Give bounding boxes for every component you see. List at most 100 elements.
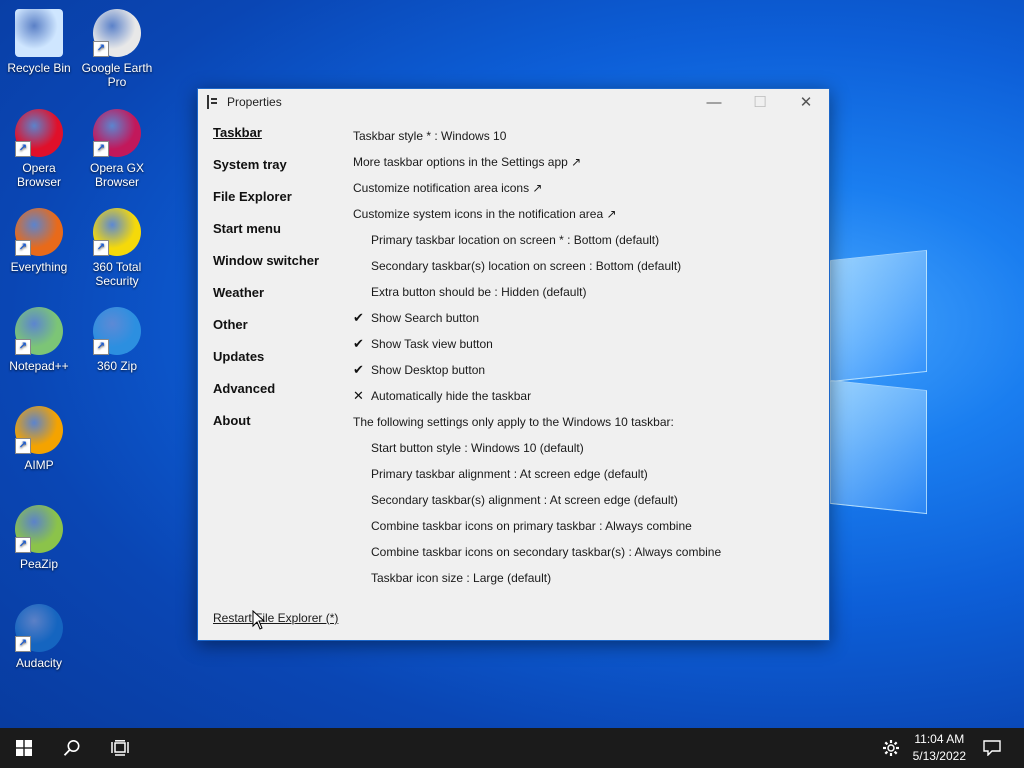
setting-label: Secondary taskbar(s) alignment : At scre… (371, 493, 678, 507)
shortcut-arrow-icon: ↗ (15, 537, 31, 553)
checkmark-icon: ✔ (353, 336, 364, 351)
setting-label: Show Desktop button (371, 363, 486, 377)
setting-row[interactable]: ✕ Automatically hide the taskbar (353, 383, 823, 409)
sidebar-item-file-explorer[interactable]: File Explorer (213, 189, 343, 221)
notepad-plus-plus-icon: ↗ (15, 307, 63, 355)
checkmark-icon: ✔ (353, 362, 364, 377)
shortcut-arrow-icon: ↗ (15, 636, 31, 652)
desktop-icon-audacity[interactable]: ↗ Audacity (0, 604, 78, 670)
properties-window[interactable]: Properties — ☐ ✕ Taskbar System tray File … (197, 88, 830, 641)
setting-label: The following settings only apply to the… (353, 415, 674, 429)
setting-label: Customize notification area icons ↗ (353, 181, 543, 195)
setting-label: Combine taskbar icons on secondary taskb… (371, 545, 722, 559)
app-icon (207, 95, 221, 109)
setting-label: Taskbar style * : Windows 10 (353, 129, 507, 143)
setting-row[interactable]: ✔ Show Task view button (353, 331, 823, 357)
shortcut-arrow-icon: ↗ (93, 339, 109, 355)
taskbar: 11:04 AM 5/13/2022 (0, 728, 1024, 768)
setting-row[interactable]: Combine taskbar icons on secondary taskb… (353, 539, 823, 565)
shortcut-arrow-icon: ↗ (93, 240, 109, 256)
close-button[interactable]: ✕ (783, 89, 829, 115)
setting-row[interactable]: ✔ Show Desktop button (353, 357, 823, 383)
sidebar-nav: Taskbar System tray File Explorer Start men… (213, 125, 343, 445)
desktop-icon-360-total-security[interactable]: ↗ 360 Total Security (78, 208, 156, 288)
setting-row[interactable]: Primary taskbar location on screen * : B… (353, 227, 823, 253)
clock-time: 11:04 AM (914, 732, 965, 746)
desktop-icon-label: Recycle Bin (7, 61, 71, 75)
setting-label: Taskbar icon size : Large (default) (371, 571, 552, 585)
search-button[interactable] (48, 728, 96, 768)
sidebar-item-about[interactable]: About (213, 413, 343, 445)
sidebar-item-start-menu[interactable]: Start menu (213, 221, 343, 253)
setting-row[interactable]: Taskbar style * : Windows 10 (353, 123, 823, 149)
setting-row[interactable]: Combine taskbar icons on primary taskbar… (353, 513, 823, 539)
recycle-bin-icon (15, 9, 63, 57)
setting-row[interactable]: Taskbar icon size : Large (default) (353, 565, 823, 591)
desktop-icon-label: Notepad++ (9, 359, 69, 373)
desktop-icon-recycle-bin[interactable]: Recycle Bin (0, 9, 78, 75)
shortcut-arrow-icon: ↗ (93, 41, 109, 57)
sidebar-item-advanced[interactable]: Advanced (213, 381, 343, 413)
desktop-icon-label: Everything (10, 260, 68, 274)
everything-icon: ↗ (15, 208, 63, 256)
shortcut-arrow-icon: ↗ (93, 141, 109, 157)
desktop-icon-label: 360 Zip (96, 359, 138, 373)
peazip-icon: ↗ (15, 505, 63, 553)
aimp-icon: ↗ (15, 406, 63, 454)
setting-row[interactable]: ✔ Show Search button (353, 305, 823, 331)
task-view-icon (111, 740, 129, 756)
setting-row[interactable]: Start button style : Windows 10 (default… (353, 435, 823, 461)
sidebar-item-system-tray[interactable]: System tray (213, 157, 343, 189)
desktop-icon-opera-gx-browser[interactable]: ↗ Opera GX Browser (78, 109, 156, 189)
setting-label: Start button style : Windows 10 (default… (371, 441, 584, 455)
desktop-icon-notepad-plus-plus[interactable]: ↗ Notepad++ (0, 307, 78, 373)
search-icon (63, 740, 80, 756)
minimize-button[interactable]: — (691, 89, 737, 115)
setting-label: Show Task view button (371, 337, 493, 351)
setting-row[interactable]: Secondary taskbar(s) alignment : At scre… (353, 487, 823, 513)
system-clock[interactable]: 11:04 AM 5/13/2022 (913, 731, 966, 765)
360-zip-icon: ↗ (93, 307, 141, 355)
desktop-icon-aimp[interactable]: ↗ AIMP (0, 406, 78, 472)
setting-row[interactable]: More taskbar options in the Settings app… (353, 149, 823, 175)
setting-row[interactable]: Customize system icons in the notificati… (353, 201, 823, 227)
setting-row[interactable]: The following settings only apply to the… (353, 409, 823, 435)
sidebar-item-weather[interactable]: Weather (213, 285, 343, 317)
window-titlebar[interactable]: Properties — ☐ ✕ (198, 89, 829, 115)
setting-label: Automatically hide the taskbar (371, 389, 532, 403)
sidebar-item-other[interactable]: Other (213, 317, 343, 349)
restart-explorer-link[interactable]: Restart File Explorer (*) (213, 611, 338, 625)
desktop-icon-label: Audacity (15, 656, 63, 670)
sidebar-item-window-switcher[interactable]: Window switcher (213, 253, 343, 285)
opera-browser-icon: ↗ (15, 109, 63, 157)
setting-label: Customize system icons in the notificati… (353, 207, 617, 221)
desktop-icon-peazip[interactable]: ↗ PeaZip (0, 505, 78, 571)
sidebar-item-updates[interactable]: Updates (213, 349, 343, 381)
wallpaper-windows-logo (830, 249, 930, 515)
setting-label: Primary taskbar alignment : At screen ed… (371, 467, 648, 481)
sidebar-item-taskbar[interactable]: Taskbar (213, 125, 343, 157)
task-view-button[interactable] (96, 728, 144, 768)
google-earth-pro-icon: ↗ (93, 9, 141, 57)
desktop-icon-label: Opera GX Browser (89, 161, 145, 189)
desktop-icon-everything[interactable]: ↗ Everything (0, 208, 78, 274)
desktop-icon-label: 360 Total Security (92, 260, 142, 288)
setting-row[interactable]: Primary taskbar alignment : At screen ed… (353, 461, 823, 487)
desktop-icon-label: Google Earth Pro (81, 61, 153, 89)
start-button[interactable] (0, 728, 48, 768)
setting-row[interactable]: Secondary taskbar(s) location on screen … (353, 253, 823, 279)
action-center-button[interactable] (972, 728, 1012, 768)
setting-row[interactable]: Customize notification area icons ↗ (353, 175, 823, 201)
setting-label: Extra button should be : Hidden (default… (371, 285, 587, 299)
setting-row[interactable]: Extra button should be : Hidden (default… (353, 279, 823, 305)
desktop-icon-label: Opera Browser (16, 161, 61, 189)
desktop-icon-opera-browser[interactable]: ↗ Opera Browser (0, 109, 78, 189)
settings-tray-button[interactable] (874, 728, 908, 768)
windows-start-icon (16, 740, 32, 756)
desktop-icon-label: AIMP (24, 458, 54, 472)
desktop-icon-360-zip[interactable]: ↗ 360 Zip (78, 307, 156, 373)
notification-icon (983, 740, 1001, 756)
desktop-icon-google-earth-pro[interactable]: ↗ Google Earth Pro (78, 9, 156, 89)
maximize-button[interactable]: ☐ (737, 89, 783, 115)
desktop-icon-label: PeaZip (19, 557, 59, 571)
